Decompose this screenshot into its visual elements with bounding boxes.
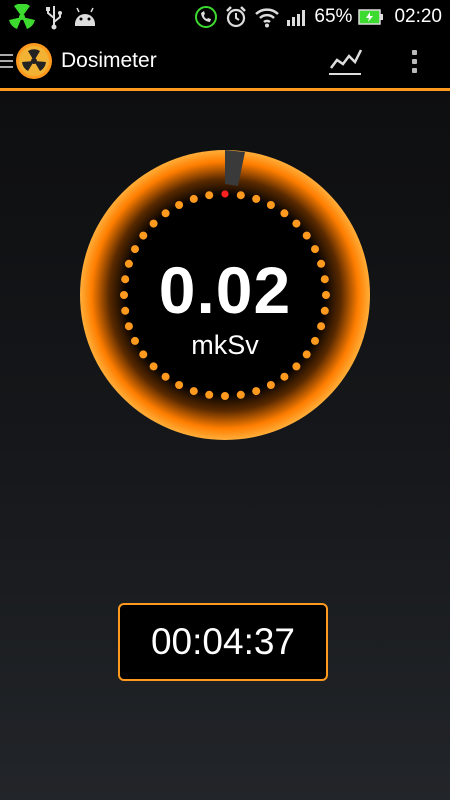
- gauge-dot: [161, 372, 170, 381]
- chart-icon[interactable]: [325, 44, 365, 78]
- radiation-icon: [9, 4, 35, 29]
- app-title: Dosimeter: [61, 49, 157, 72]
- gauge-dot: [292, 219, 301, 228]
- gauge-dot: [175, 201, 184, 209]
- gauge-dot: [149, 362, 158, 371]
- dose-unit: mkSv: [191, 330, 259, 360]
- gauge-dot: [149, 219, 158, 228]
- gauge-dot: [266, 201, 275, 209]
- action-bar: Dosimeter: [0, 34, 450, 91]
- gauge-dot: [221, 392, 229, 400]
- gauge-dot: [205, 390, 214, 399]
- gauge-dot: [161, 209, 170, 218]
- gauge-dot: [189, 194, 198, 203]
- status-bar: 65% 02:20: [0, 0, 450, 34]
- battery-percent: 65%: [314, 6, 353, 27]
- alarm-icon: [226, 6, 247, 28]
- overflow-menu-icon[interactable]: [402, 44, 426, 78]
- dose-value: 0.02: [158, 253, 292, 327]
- android-icon: [75, 7, 95, 26]
- timer-text: 00:04:37: [150, 621, 296, 662]
- gauge-dot: [292, 362, 301, 371]
- gauge-dot: [236, 390, 245, 399]
- elapsed-timer: 00:04:37: [118, 603, 328, 681]
- battery-icon: [358, 9, 384, 25]
- app-logo-icon[interactable]: [15, 42, 53, 80]
- signal-icon: [287, 10, 306, 26]
- gauge-dot: [236, 191, 245, 200]
- gauge-dot: [205, 191, 214, 200]
- gauge-dot: [266, 381, 275, 389]
- gauge-dot: [189, 387, 198, 396]
- gauge-dot: [280, 372, 289, 381]
- gauge-active-dot: [221, 190, 229, 198]
- wifi-icon: [255, 8, 280, 28]
- gauge-dot: [280, 209, 289, 218]
- gauge-dot: [252, 194, 261, 203]
- clock: 02:20: [394, 6, 442, 27]
- phone-icon: [195, 6, 218, 28]
- gauge-dot: [139, 231, 148, 240]
- gauge-dot: [175, 381, 184, 389]
- gauge-dot: [302, 231, 311, 240]
- usb-icon: [46, 6, 62, 30]
- gauge-dot: [252, 387, 261, 396]
- menu-icon[interactable]: [0, 54, 13, 68]
